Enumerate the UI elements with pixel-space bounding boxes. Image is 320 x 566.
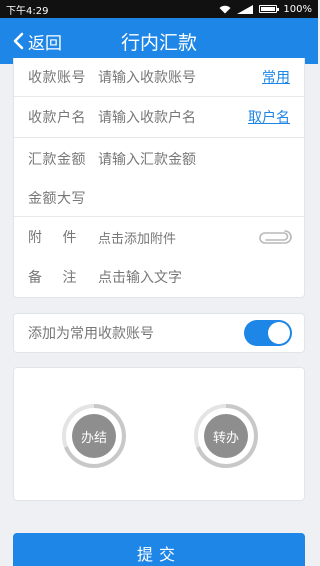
attachment-input[interactable]: 点击添加附件 (98, 228, 258, 247)
status-time: 下午4:29 (6, 5, 49, 17)
account-row: 收款账号 请输入收款账号 常用 (14, 58, 304, 96)
account-name-label: 收款户名 (28, 110, 86, 126)
account-label: 收款账号 (28, 70, 86, 86)
remark-row: 备 注 点击输入文字 (14, 257, 304, 297)
actions-card: 办结 转办 (13, 367, 305, 501)
transfer-label: 转办 (204, 414, 248, 458)
fetch-account-name-link[interactable]: 取户名 (248, 107, 290, 127)
battery-level (261, 7, 276, 11)
amount-input[interactable]: 请输入汇款金额 (98, 149, 304, 169)
status-icons: 100% (219, 4, 312, 15)
complete-label: 办结 (72, 414, 116, 458)
complete-button[interactable]: 办结 (60, 402, 128, 470)
remittance-form: 收款账号 请输入收款账号 常用 收款户名 请输入收款户名 取户名 汇款金额 请输… (13, 58, 305, 298)
toggle-knob (268, 322, 290, 344)
amount-words-row: 金额大写 (14, 180, 304, 216)
amount-row: 汇款金额 请输入汇款金额 (14, 138, 304, 180)
account-name-input[interactable]: 请输入收款户名 (98, 107, 248, 127)
battery-icon (259, 5, 280, 13)
signal-icon (237, 4, 254, 14)
submit-button[interactable]: 提交 (13, 533, 305, 566)
save-account-card: 添加为常用收款账号 (13, 313, 305, 353)
attachment-label: 附 件 (28, 230, 85, 246)
frequent-accounts-link[interactable]: 常用 (262, 67, 290, 87)
remark-input[interactable]: 点击输入文字 (98, 267, 304, 287)
account-name-row: 收款户名 请输入收款户名 取户名 (14, 97, 304, 137)
back-label: 返回 (28, 33, 62, 54)
amount-label: 汇款金额 (28, 152, 86, 168)
battery-percent: 100% (283, 3, 312, 15)
amount-words-label: 金额大写 (28, 191, 86, 207)
save-account-toggle[interactable] (244, 320, 292, 346)
chevron-left-icon (13, 32, 24, 50)
wifi-icon (219, 5, 231, 13)
account-input[interactable]: 请输入收款账号 (98, 67, 262, 87)
attachment-row[interactable]: 附 件 点击添加附件 (14, 217, 304, 257)
transfer-button[interactable]: 转办 (192, 402, 260, 470)
remark-label: 备 注 (28, 270, 85, 286)
status-bar: 下午4:29 100% (0, 0, 318, 18)
save-account-label: 添加为常用收款账号 (28, 326, 154, 342)
paperclip-icon[interactable] (258, 228, 292, 246)
